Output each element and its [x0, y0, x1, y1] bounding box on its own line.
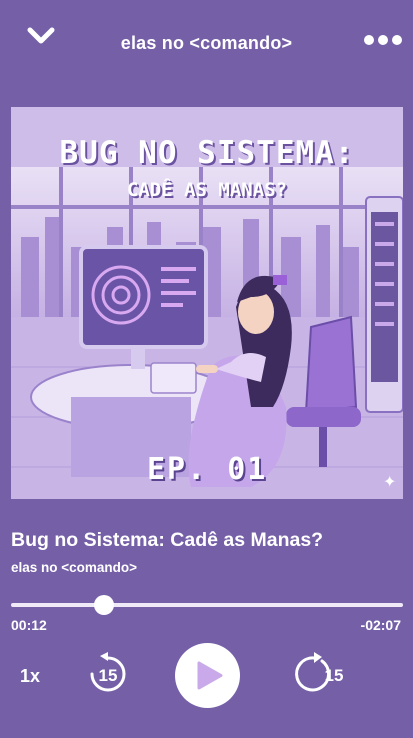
podcast-name[interactable]: elas no <comando>: [11, 560, 137, 575]
playback-scrubber[interactable]: [11, 595, 403, 615]
forward-15-button[interactable]: 15: [292, 652, 352, 696]
episode-title: Bug no Sistema: Cadê as Manas?: [11, 529, 324, 551]
artwork-episode-label: EP. 01: [147, 452, 268, 487]
podcast-title: elas no <comando>: [120, 33, 293, 53]
artwork-subtitle: CADÊ AS MANAS?: [126, 179, 288, 201]
artwork-title: BUG NO SISTEMA:: [59, 135, 355, 171]
episode-artwork: ✦ BUG NO SISTEMA: CADÊ AS MANAS? EP. 01: [11, 107, 403, 499]
remaining-time: -02:07: [360, 617, 401, 633]
forward-seconds-label: 15: [325, 666, 344, 685]
play-icon: [197, 661, 223, 690]
rewind-15-icon: 15: [90, 652, 126, 692]
more-options-icon[interactable]: [363, 30, 403, 50]
play-button[interactable]: [175, 643, 240, 708]
svg-text:✦: ✦: [383, 472, 396, 491]
rewind-15-button[interactable]: 15: [86, 652, 130, 696]
elapsed-time: 00:12: [11, 617, 47, 633]
scrubber-handle[interactable]: [93, 595, 114, 615]
progress-track: [11, 603, 403, 607]
rewind-seconds-label: 15: [99, 666, 118, 685]
player-header: elas no <comando>: [0, 0, 413, 86]
playback-speed-button[interactable]: 1x: [20, 666, 40, 687]
forward-15-icon: 15: [295, 652, 344, 692]
